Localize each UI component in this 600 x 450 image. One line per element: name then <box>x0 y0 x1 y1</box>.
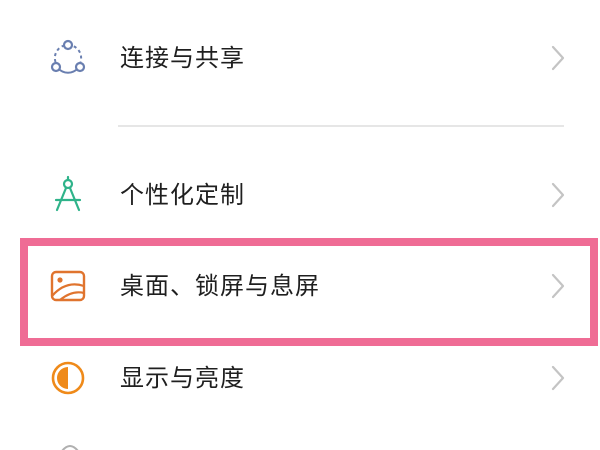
display-brightness-icon <box>48 358 88 398</box>
settings-item-label: 桌面、锁屏与息屏 <box>120 272 320 300</box>
wallpaper-icon <box>48 266 88 306</box>
settings-item-desktop-lockscreen-aod[interactable]: 桌面、锁屏与息屏 <box>0 246 600 326</box>
settings-item-display-brightness[interactable]: 显示与亮度 <box>0 338 600 418</box>
personalization-icon <box>48 175 88 215</box>
settings-screen: 连接与共享 个性化定制 桌面、锁屏与息屏 显示与亮度 <box>0 0 600 450</box>
chevron-right-icon <box>548 179 568 211</box>
chevron-right-icon <box>548 362 568 394</box>
section-divider <box>118 125 564 127</box>
chevron-right-icon <box>548 42 568 74</box>
settings-item-label: 个性化定制 <box>120 181 245 209</box>
chevron-right-icon <box>548 270 568 302</box>
next-item-icon <box>58 438 82 450</box>
settings-item-label: 连接与共享 <box>120 44 245 72</box>
settings-item-personalization[interactable]: 个性化定制 <box>0 155 600 235</box>
connection-share-icon <box>48 38 88 78</box>
settings-item-label: 显示与亮度 <box>120 364 245 392</box>
settings-item-connection-share[interactable]: 连接与共享 <box>0 18 600 98</box>
